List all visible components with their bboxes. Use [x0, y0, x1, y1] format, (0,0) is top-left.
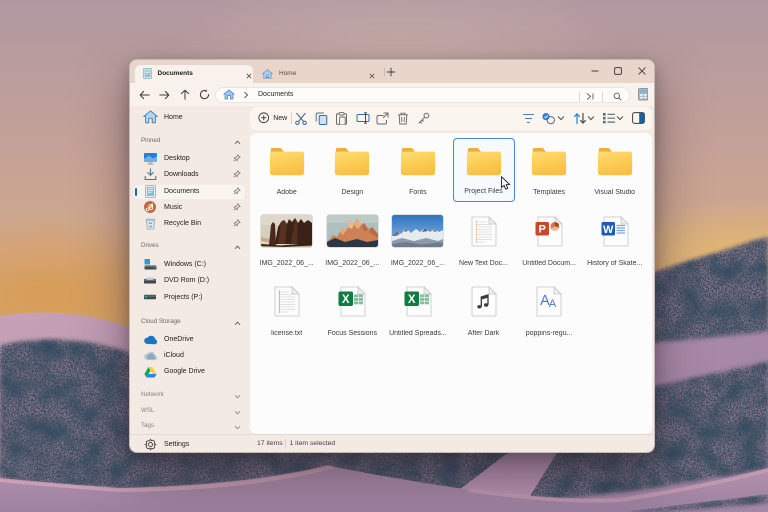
svg-text:X: X — [408, 294, 416, 306]
svg-text:A: A — [549, 298, 557, 310]
svg-text:W: W — [603, 224, 614, 236]
svg-text:X: X — [342, 294, 350, 306]
svg-text:P: P — [539, 224, 546, 236]
